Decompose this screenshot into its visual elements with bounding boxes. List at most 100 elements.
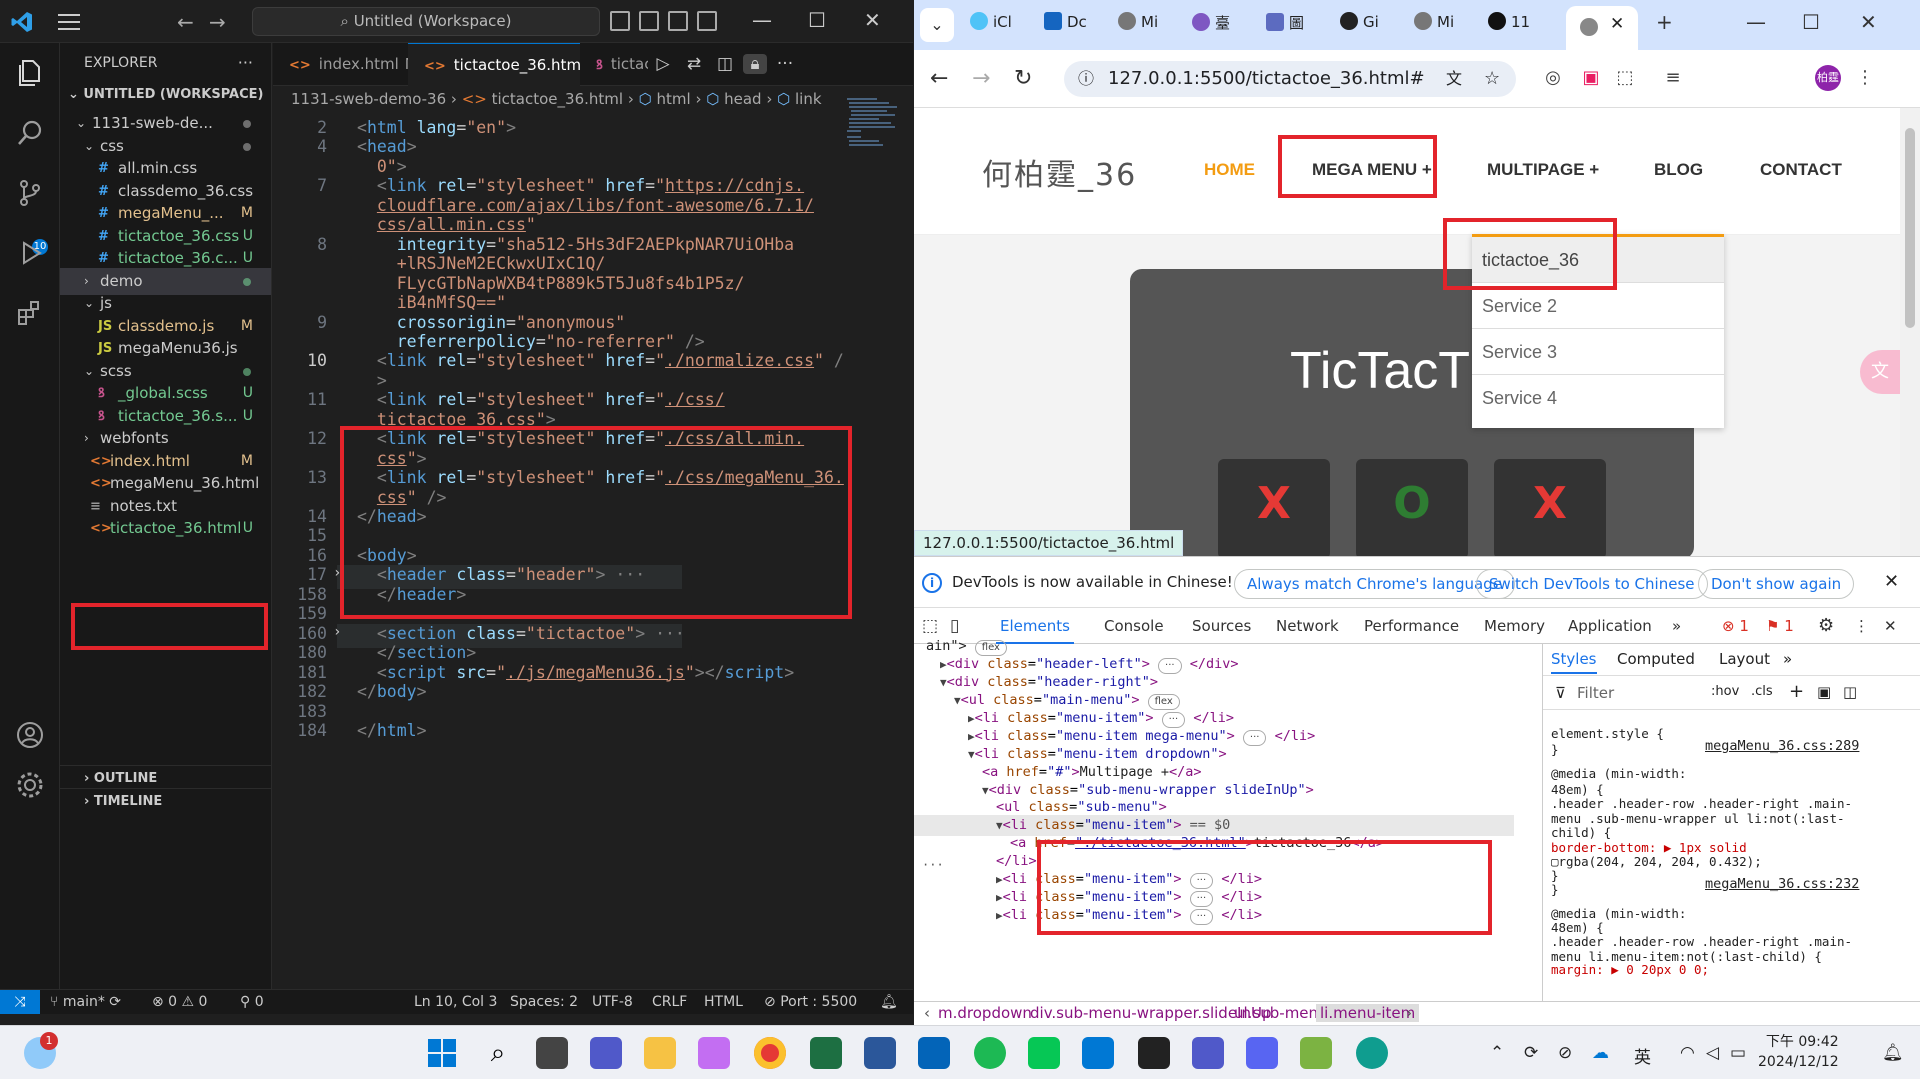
workspace-header[interactable]: ⌄ UNTITLED (WORKSPACE) <box>60 83 271 107</box>
source-control-icon[interactable] <box>14 177 46 209</box>
file-explorer-icon[interactable] <box>644 1037 676 1069</box>
device-toolbar-icon[interactable]: ▯ <box>950 616 959 636</box>
chevron-right-icon[interactable]: › <box>1406 1004 1412 1022</box>
minimize-icon[interactable]: — <box>1746 10 1766 34</box>
problems-status[interactable]: ⊗ 0 ⚠ 0 <box>152 990 207 1014</box>
notification-bell-icon[interactable]: 🔔︎ <box>1882 1043 1904 1063</box>
encoding[interactable]: UTF-8 <box>592 990 633 1014</box>
tree-item[interactable]: <> tictactoe_36.html U <box>60 515 271 542</box>
battery-icon[interactable]: ▭ <box>1730 1043 1746 1063</box>
split-editor-icon[interactable]: ◫ <box>715 54 735 74</box>
forward-arrow-icon[interactable]: → <box>209 10 226 34</box>
issue-count[interactable]: ⚑ 1 <box>1766 608 1794 644</box>
devtools-more-icon[interactable]: ⋮ <box>1854 608 1869 644</box>
chrome-tab[interactable]: 11 <box>1488 12 1530 38</box>
tab-tictactoe-html[interactable]: <>tictactoe_36.htmlU✕ <box>408 43 580 86</box>
chevron-left-icon[interactable]: ‹ <box>924 1004 930 1022</box>
chrome-icon[interactable] <box>754 1037 786 1069</box>
error-count[interactable]: ⊗ 1 <box>1722 608 1749 644</box>
filter-input[interactable]: Filter <box>1577 684 1614 702</box>
devtools-settings-gear-icon[interactable]: ⚙ <box>1818 608 1834 644</box>
lock-icon[interactable]: 🔒︎ <box>743 54 767 74</box>
toggle-secondary-sidebar-icon[interactable] <box>668 11 688 31</box>
tab-close-icon[interactable]: ✕ <box>1610 14 1624 34</box>
spotify-icon[interactable] <box>974 1037 1006 1069</box>
back-arrow-icon[interactable]: ← <box>930 66 948 91</box>
nav-contact[interactable]: CONTACT <box>1760 160 1842 180</box>
puzzle-extensions-icon[interactable]: ⬚ <box>1614 67 1636 89</box>
tab-network[interactable]: Network <box>1276 608 1339 644</box>
chrome-tab[interactable]: Mi <box>1118 12 1158 38</box>
notifications-bell-icon[interactable]: 🔔︎ <box>880 990 898 1014</box>
remote-icon[interactable]: ⤨ <box>0 990 40 1014</box>
maximize-icon[interactable]: ☐ <box>808 8 826 32</box>
compare-icon[interactable]: ⇄ <box>684 54 704 74</box>
dropdown-item-service-4[interactable]: Service 4 <box>1472 375 1724 421</box>
settings-gear-icon[interactable] <box>14 769 46 801</box>
line-icon[interactable] <box>1028 1037 1060 1069</box>
excel-icon[interactable] <box>810 1037 842 1069</box>
tab-styles[interactable]: Styles <box>1551 650 1597 674</box>
discord-icon[interactable] <box>1246 1037 1278 1069</box>
site-info-icon[interactable]: ⓘ <box>1078 61 1094 97</box>
word-icon[interactable] <box>864 1037 896 1069</box>
chrome-tab-active[interactable]: ✕ <box>1566 6 1638 50</box>
fold-chevron-icon[interactable]: › <box>333 624 341 640</box>
dont-show-again-button[interactable]: Don't show again <box>1698 569 1855 599</box>
new-rule-plus-icon[interactable]: + <box>1789 681 1804 702</box>
board-cell[interactable]: O <box>1356 459 1468 556</box>
sidebar-toggle-icon[interactable]: ◫ <box>1843 683 1857 701</box>
source-link[interactable]: megaMenu_36.css:289 <box>1705 738 1859 754</box>
crumb-item[interactable]: ul.sub-menu <box>1234 1004 1328 1022</box>
media-controls-icon[interactable]: ≡ <box>1662 67 1684 89</box>
board-cell[interactable]: X <box>1494 459 1606 556</box>
chrome-tab[interactable]: 臺 <box>1192 12 1230 38</box>
new-tab-icon[interactable]: + <box>1656 10 1673 34</box>
switch-to-chinese-button[interactable]: Switch DevTools to Chinese <box>1476 569 1708 599</box>
task-view-icon[interactable] <box>536 1037 568 1069</box>
back-arrow-icon[interactable]: ← <box>177 10 194 34</box>
search-icon[interactable]: ⌕ <box>482 1037 514 1069</box>
paint-icon[interactable]: ▣ <box>1817 683 1831 701</box>
onedrive-icon[interactable]: ☁ <box>1592 1043 1609 1063</box>
clock[interactable]: 下午 09:42 2024/12/12 <box>1758 1032 1839 1072</box>
copilot-icon[interactable] <box>698 1037 730 1069</box>
scrollbar-thumb[interactable] <box>1905 128 1915 328</box>
reload-icon[interactable]: ↻ <box>1014 66 1032 91</box>
site-logo[interactable]: 何柏霆_36 <box>982 150 1137 194</box>
volume-icon[interactable]: ◁ <box>1706 1043 1719 1063</box>
chrome-tab[interactable]: 圖 <box>1266 12 1304 38</box>
cursor-position[interactable]: Ln 10, Col 3 <box>414 990 497 1014</box>
chrome-tab[interactable]: Mi <box>1414 12 1454 38</box>
language-mode[interactable]: HTML <box>704 990 743 1014</box>
breadcrumb-item[interactable]: link <box>795 90 822 108</box>
lens-icon[interactable]: ◎ <box>1542 67 1564 89</box>
source-link[interactable]: megaMenu_36.css:232 <box>1705 876 1859 892</box>
windows-start-icon[interactable] <box>426 1037 458 1069</box>
teams-classic-icon[interactable] <box>1192 1037 1224 1069</box>
toggle-sidebar-icon[interactable] <box>610 11 630 31</box>
vscode-icon[interactable] <box>1082 1037 1114 1069</box>
live-server-port[interactable]: ⊘ Port : 5500 <box>764 990 857 1014</box>
chrome-tab[interactable]: Dc <box>1044 12 1087 38</box>
nav-multipage[interactable]: MULTIPAGE + <box>1487 160 1599 180</box>
more-actions-icon[interactable]: ··· <box>775 54 795 74</box>
translate-icon[interactable]: 文 <box>1446 61 1462 97</box>
tab-application[interactable]: Application <box>1568 608 1652 644</box>
breadcrumb-item[interactable]: head <box>724 90 761 108</box>
tab-memory[interactable]: Memory <box>1484 608 1545 644</box>
tab-elements[interactable]: Elements <box>996 608 1074 644</box>
breadcrumb-item[interactable]: html <box>657 90 691 108</box>
more-chevron-icon[interactable]: » <box>1783 650 1792 668</box>
extension-icon[interactable]: ▣ <box>1580 67 1602 89</box>
search-icon[interactable] <box>14 117 46 149</box>
tab-sources[interactable]: Sources <box>1192 608 1251 644</box>
node-actions-ellipsis-icon[interactable]: ··· <box>922 858 944 872</box>
tab-layout[interactable]: Layout <box>1719 650 1770 668</box>
tab-tictactoe-scss[interactable]: ꝸtictac <box>580 43 648 86</box>
ports-status[interactable]: ⚲ 0 <box>240 990 264 1014</box>
explorer-icon[interactable] <box>14 57 46 89</box>
translate-float-icon[interactable]: 文 <box>1860 350 1900 394</box>
menu-icon[interactable] <box>58 14 80 30</box>
outlook-icon[interactable] <box>918 1037 950 1069</box>
